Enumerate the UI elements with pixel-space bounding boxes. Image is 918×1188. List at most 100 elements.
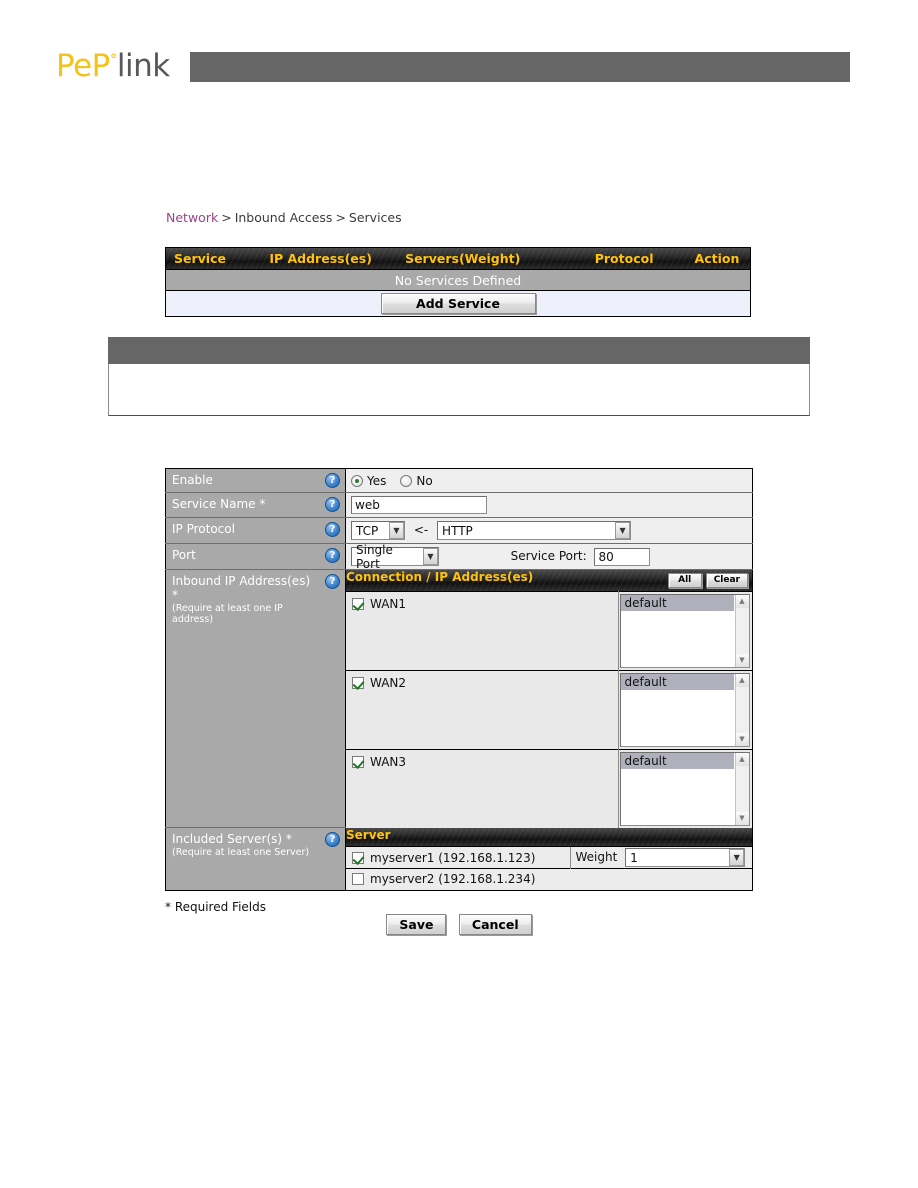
help-icon-port[interactable]: ? (325, 548, 340, 563)
label-service-name-text: Service Name * (172, 497, 266, 511)
notice-header-bar (108, 337, 810, 364)
scrollbar-wan3[interactable]: ▲ ▼ (734, 752, 749, 825)
peplink-logo: PeP°link (56, 48, 170, 84)
checkbox-wan2[interactable] (352, 676, 364, 689)
scroll-down-icon-wan3[interactable]: ▼ (735, 811, 749, 825)
breadcrumb-item-network[interactable]: Network (166, 210, 218, 225)
service-port-label: Service Port: (510, 549, 587, 563)
connection-section-title: Connection / IP Address(es) (346, 570, 534, 584)
services-table: Service IP Address(es) Servers(Weight) P… (165, 247, 751, 317)
form-action-buttons: Save Cancel (165, 914, 753, 935)
column-header-ip-address: IP Address(es) (269, 251, 372, 266)
connection-label-wan1: WAN1 (370, 596, 407, 611)
radio-enable-no[interactable] (400, 474, 413, 487)
help-icon-included-servers[interactable]: ? (325, 832, 340, 847)
breadcrumb-item-services: Services (348, 210, 402, 225)
logo-degree-icon: ° (109, 50, 118, 69)
help-icon-ip-protocol[interactable]: ? (325, 522, 340, 537)
checkbox-wan3[interactable] (352, 755, 364, 768)
connection-wan3-cell: WAN3 (346, 749, 619, 828)
address-option-wan2-default[interactable]: default (620, 673, 734, 690)
value-ip-protocol: TCP ▼ <- HTTP ▼ (345, 517, 753, 544)
radio-label-no[interactable]: No (416, 474, 432, 488)
column-header-protocol: Protocol (594, 251, 654, 266)
checkbox-myserver1[interactable] (352, 851, 364, 864)
clear-selection-button[interactable]: Clear (705, 573, 748, 588)
address-listbox-wan1[interactable]: default ▲ ▼ (619, 593, 750, 668)
server-label-myserver2: myserver2 (192.168.1.234) (370, 872, 536, 887)
label-ip-protocol-text: IP Protocol (172, 522, 235, 536)
scrollbar-wan2[interactable]: ▲ ▼ (734, 673, 749, 746)
connection-wan2-cell: WAN2 (346, 670, 619, 749)
value-included-servers: Server myserver1 (192.168.1.123) Weight … (345, 827, 753, 890)
breadcrumb: Network > Inbound Access > Services (166, 210, 402, 225)
help-icon-service-name[interactable]: ? (325, 497, 340, 512)
scroll-up-icon-wan1[interactable]: ▲ (735, 594, 749, 608)
column-header-service: Service (174, 251, 226, 266)
radio-enable-yes[interactable] (351, 474, 363, 487)
column-header-action: Action (694, 251, 740, 266)
chevron-down-icon-port-mode: ▼ (423, 548, 438, 565)
value-inbound-ip: Connection / IP Address(es) All Clear WA… (345, 569, 753, 828)
label-enable-text: Enable (172, 473, 213, 487)
service-name-input[interactable]: web (351, 496, 487, 514)
cancel-button[interactable]: Cancel (458, 914, 532, 935)
address-option-wan3-default[interactable]: default (620, 752, 734, 769)
connection-table: Connection / IP Address(es) All Clear WA… (346, 570, 752, 828)
add-service-button[interactable]: Add Service (380, 293, 536, 314)
address-option-wan1-default[interactable]: default (620, 594, 734, 611)
brand-header: PeP°link (0, 48, 918, 86)
protocol-arrow-separator: <- (413, 523, 429, 537)
connection-table-header-row: Connection / IP Address(es) All Clear (346, 570, 752, 591)
help-icon-enable[interactable]: ? (325, 473, 340, 488)
label-included-servers-hint: (Require at least one Server) (172, 847, 310, 858)
page-root: PeP°link Network > Inbound Access > Services… (0, 0, 918, 1188)
scroll-up-icon-wan3[interactable]: ▲ (735, 752, 749, 766)
form-row-enable: Enable ? Yes No (165, 468, 753, 493)
connection-wan2-address-cell: default ▲ ▼ (618, 670, 752, 749)
services-action-row: Add Service (165, 290, 751, 317)
brand-gray-bar (190, 52, 850, 82)
server-table-header-row: Server (346, 827, 752, 847)
server-table: Server myserver1 (192.168.1.123) Weight … (346, 827, 752, 890)
breadcrumb-item-inbound-access[interactable]: Inbound Access (235, 210, 333, 225)
radio-label-yes[interactable]: Yes (367, 474, 386, 488)
services-action-cell: Add Service (165, 290, 751, 317)
server-row-2: myserver2 (192.168.1.234) (346, 868, 752, 890)
connection-row-wan1: WAN1 default ▲ ▼ (346, 591, 752, 670)
label-inbound-ip-text: Inbound IP Address(es) * (172, 574, 311, 602)
server-section-header: Server (346, 827, 752, 847)
scroll-down-icon-wan1[interactable]: ▼ (735, 653, 749, 667)
value-service-name: web (345, 492, 753, 518)
scrollbar-wan1[interactable]: ▲ ▼ (734, 594, 749, 667)
chevron-down-icon-weight: ▼ (729, 849, 745, 866)
label-enable: Enable ? (165, 468, 346, 493)
weight-label: Weight (575, 850, 618, 864)
service-port-input[interactable]: 80 (594, 547, 651, 566)
protocol-select[interactable]: TCP ▼ (351, 521, 405, 540)
weight-select-myserver1[interactable]: 1 ▼ (625, 848, 746, 867)
application-select[interactable]: HTTP ▼ (437, 521, 632, 540)
port-mode-select[interactable]: Single Port ▼ (351, 543, 439, 571)
form-row-port: Port ? Single Port ▼ Service Port: 80 (165, 543, 753, 571)
value-port: Single Port ▼ Service Port: 80 (345, 543, 753, 571)
save-button[interactable]: Save (386, 914, 447, 935)
form-row-included-servers: Included Server(s) * (Require at least o… (165, 827, 753, 890)
select-all-button[interactable]: All (667, 573, 702, 588)
port-mode-select-value: Single Port (356, 542, 393, 571)
checkbox-wan1[interactable] (352, 597, 364, 610)
address-listbox-wan3[interactable]: default ▲ ▼ (619, 751, 750, 826)
address-listbox-wan2[interactable]: default ▲ ▼ (619, 672, 750, 747)
scroll-up-icon-wan2[interactable]: ▲ (735, 673, 749, 687)
server-row-1-name-cell: myserver1 (192.168.1.123) (346, 846, 570, 869)
help-icon-inbound-ip[interactable]: ? (325, 574, 340, 589)
scroll-down-icon-wan2[interactable]: ▼ (735, 732, 749, 746)
server-label-myserver1: myserver1 (192.168.1.123) (370, 850, 536, 865)
label-inbound-ip: Inbound IP Address(es) * (Require at lea… (165, 569, 346, 828)
logo-link-text: link (116, 48, 170, 84)
connection-wan1-cell: WAN1 (346, 591, 619, 670)
server-row-1-weight-cell: Weight 1 ▼ (569, 846, 752, 869)
connection-row-wan2: WAN2 default ▲ ▼ (346, 670, 752, 749)
required-fields-note: * Required Fields (165, 900, 266, 914)
checkbox-myserver2[interactable] (352, 873, 364, 886)
